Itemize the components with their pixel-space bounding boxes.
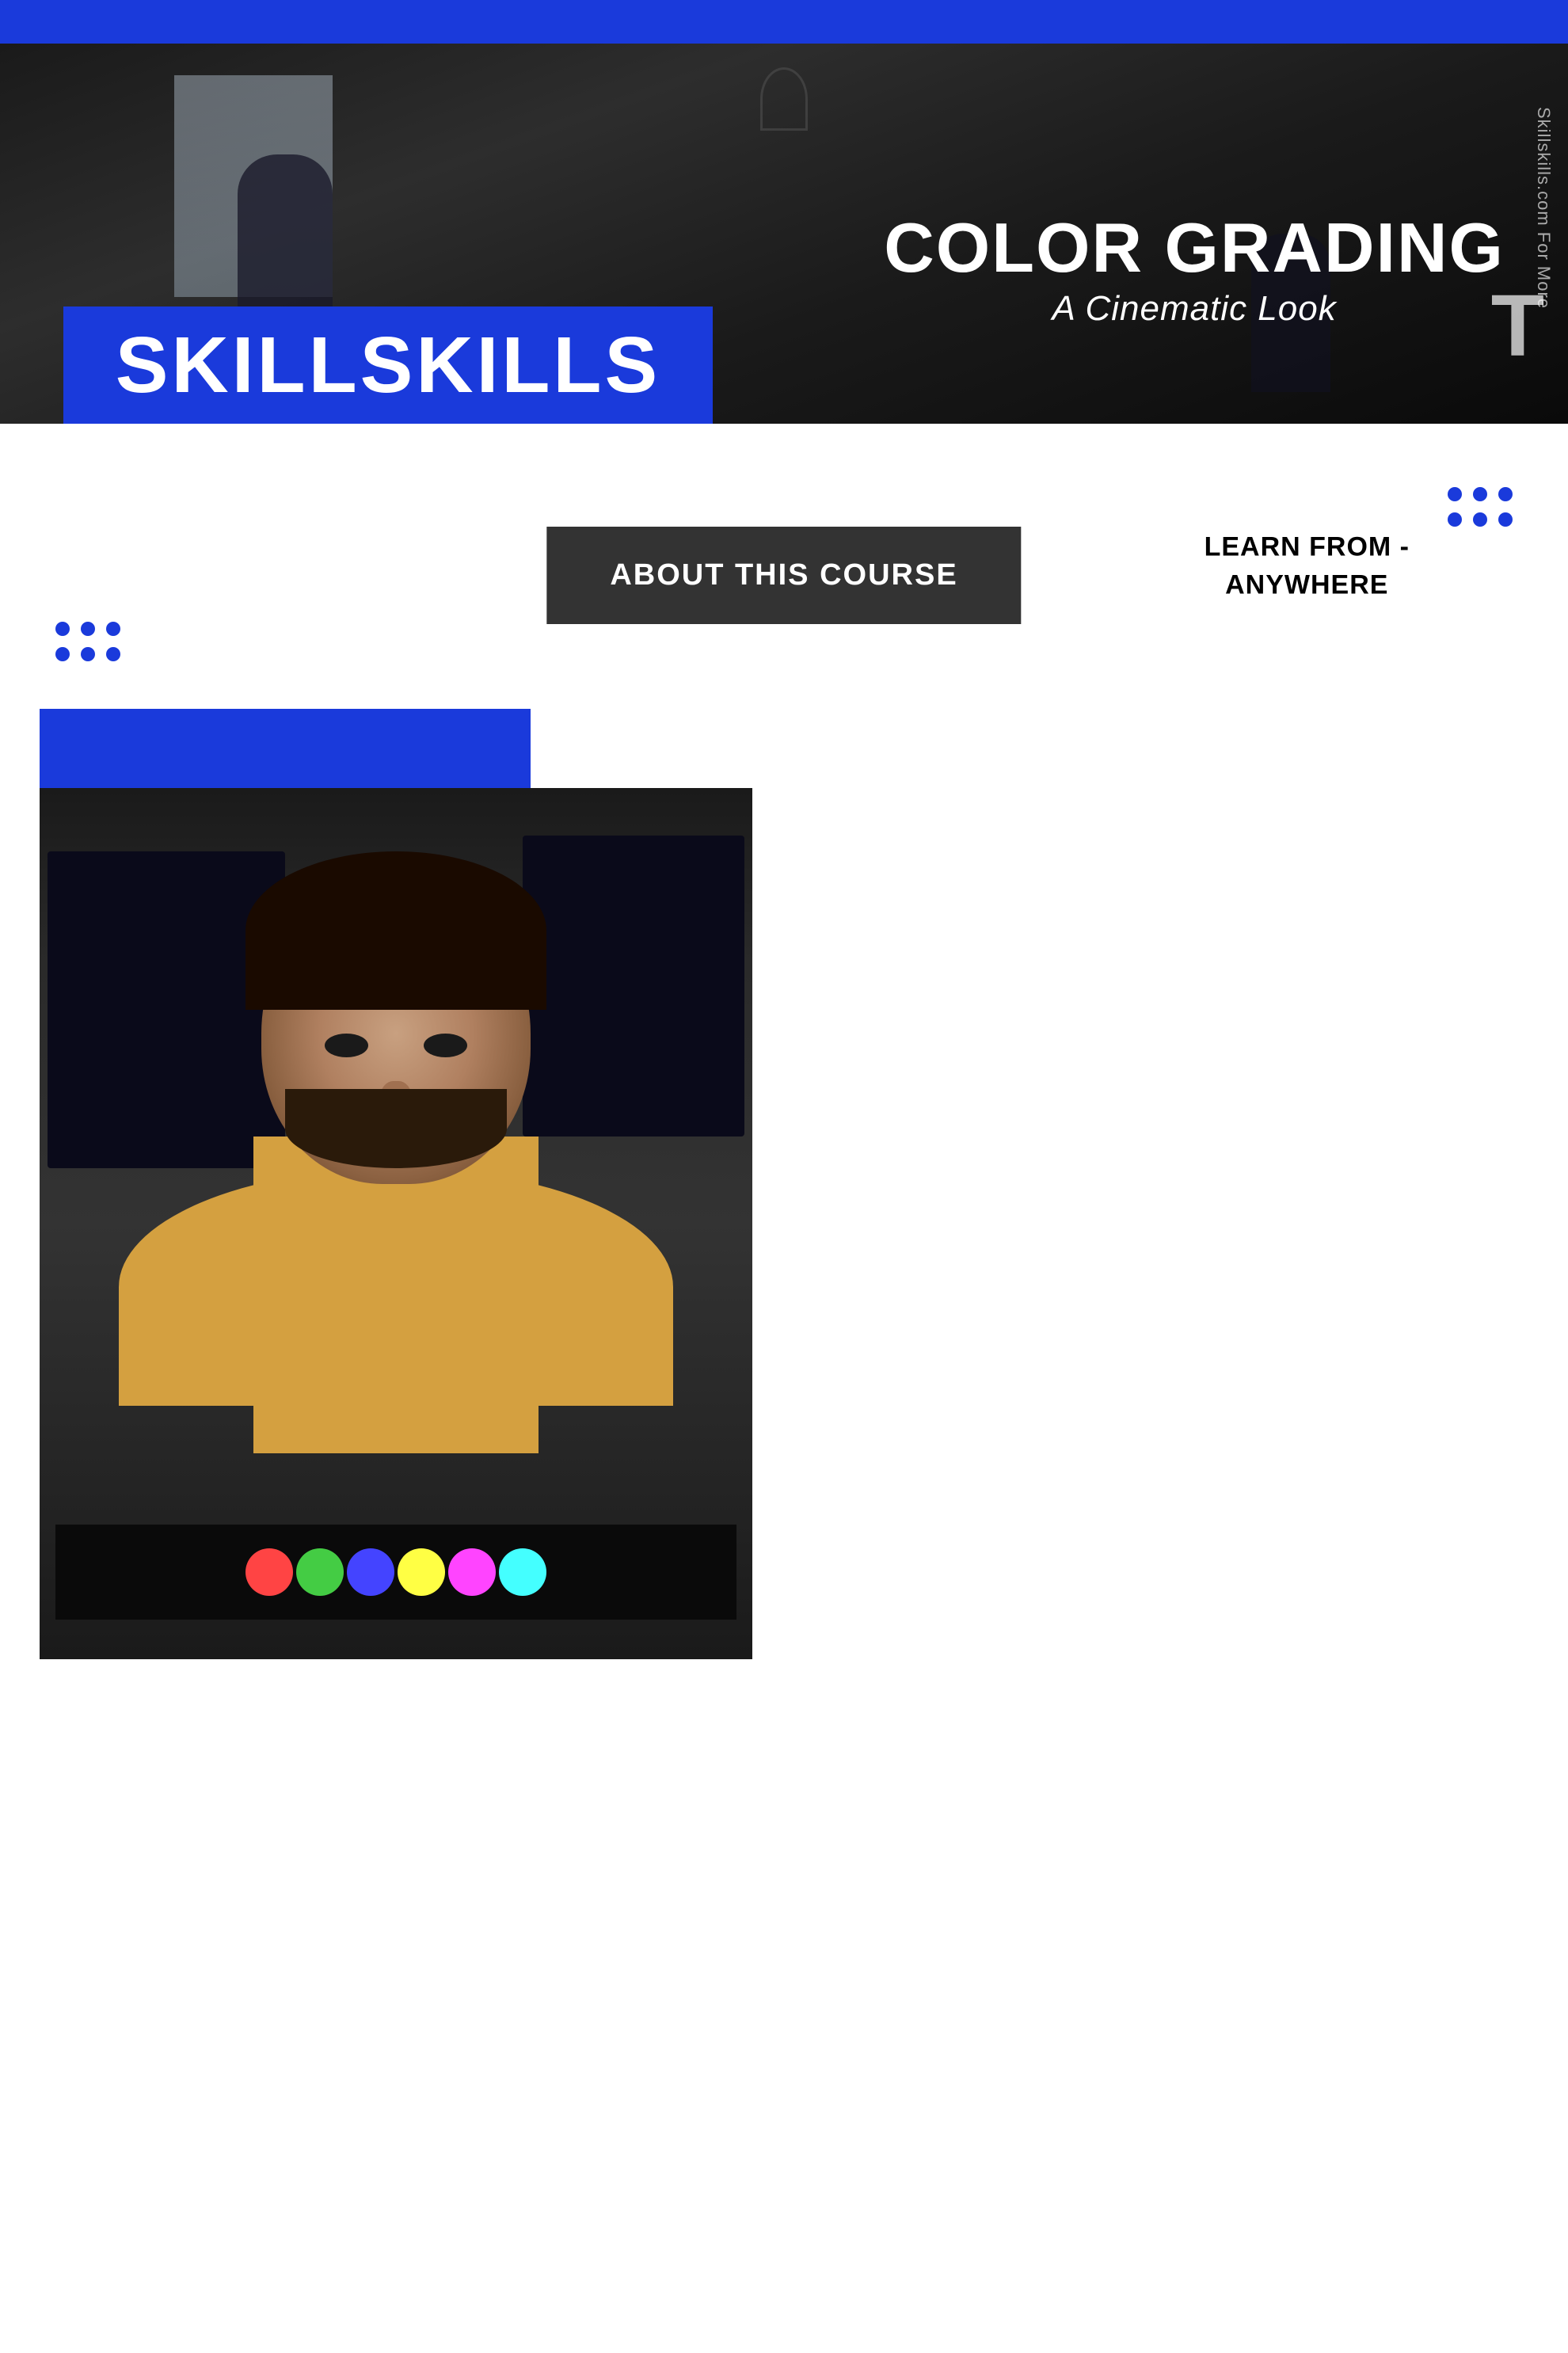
dot-r5 [1473, 512, 1487, 527]
dot-r4 [1448, 512, 1462, 527]
swatch-blue [347, 1548, 394, 1596]
dot-grid-right [1448, 487, 1513, 527]
learn-from-anywhere: LEARN FROM - ANYWHERE [1205, 528, 1410, 603]
skillskills-logo: SKILLSKILLS [116, 320, 660, 411]
learn-from-line2: ANYWHERE [1225, 569, 1388, 600]
top-bar [0, 0, 1568, 44]
hero-text-container: COLOR GRADING A Cinematic Look [884, 213, 1505, 329]
hero-subtitle: A Cinematic Look [884, 289, 1505, 329]
middle-section: ABOUT THIS COURSE LEARN FROM - ANYWHERE [0, 424, 1568, 709]
dot-r2 [1473, 487, 1487, 501]
dot-l2 [81, 622, 95, 636]
dot-r6 [1498, 512, 1513, 527]
hero-partial-text: T [1491, 276, 1544, 376]
swatch-cyan [499, 1548, 546, 1596]
background-monitor-right [523, 836, 744, 1137]
color-grading-panel [55, 1525, 736, 1620]
person-video-area [40, 788, 752, 1659]
about-course-button[interactable]: ABOUT THIS COURSE [546, 527, 1021, 624]
learn-from-line1: LEARN FROM - [1205, 531, 1410, 562]
dot-l4 [55, 647, 70, 661]
hero-section: COLOR GRADING A Cinematic Look Skillskil… [0, 44, 1568, 424]
swatch-green [296, 1548, 344, 1596]
dot-grid-left [55, 622, 120, 661]
hero-chandelier [760, 67, 808, 131]
bottom-section [0, 709, 1568, 1897]
swatch-magenta [448, 1548, 496, 1596]
swatch-yellow [398, 1548, 445, 1596]
dot-r1 [1448, 487, 1462, 501]
person-hair [245, 851, 546, 1010]
dot-r3 [1498, 487, 1513, 501]
person-body [253, 1137, 539, 1453]
dot-l6 [106, 647, 120, 661]
dot-l5 [81, 647, 95, 661]
dot-l3 [106, 622, 120, 636]
person-eye-right [424, 1034, 467, 1057]
hero-title: COLOR GRADING [884, 213, 1505, 283]
swatch-red [245, 1548, 293, 1596]
person-beard [285, 1089, 507, 1168]
background-monitor-left [48, 851, 285, 1168]
about-button-container: ABOUT THIS COURSE [546, 527, 1021, 624]
person-eye-left [325, 1034, 368, 1057]
skillskills-banner: SKILLSKILLS [63, 306, 713, 424]
dot-l1 [55, 622, 70, 636]
